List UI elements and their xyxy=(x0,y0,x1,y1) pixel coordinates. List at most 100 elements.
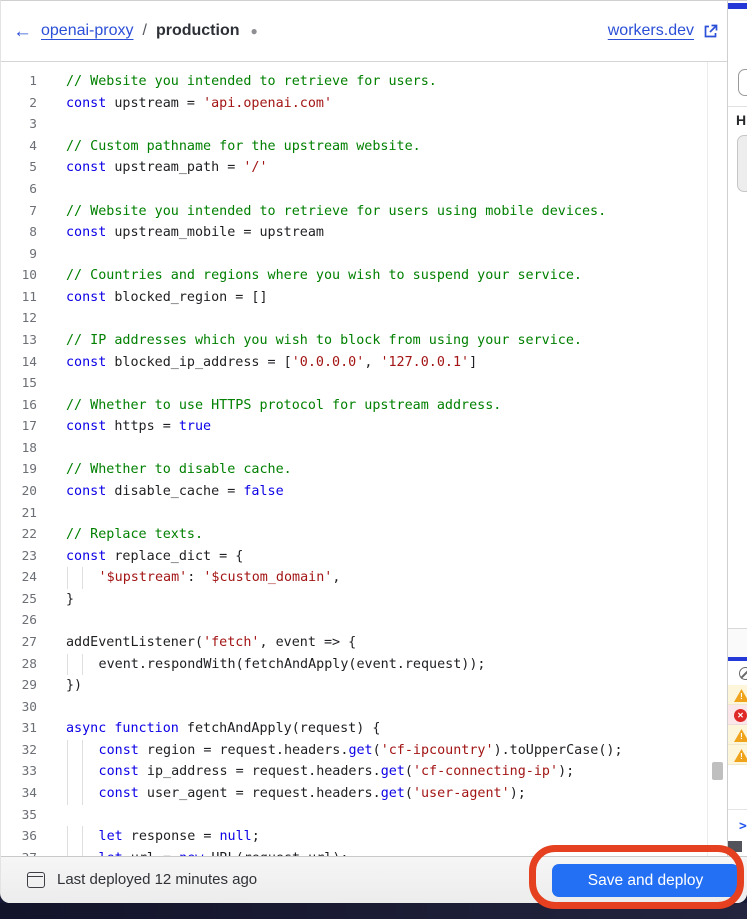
code-line-13[interactable]: 13 // IP addresses which you wish to bloc… xyxy=(1,330,707,352)
line-number: 34 xyxy=(21,786,37,801)
code-line-10[interactable]: 10 // Countries and regions where you wis… xyxy=(1,265,707,287)
code-line-25[interactable]: 25} xyxy=(1,589,707,611)
code-line-16[interactable]: 16 // Whether to use HTTPS protocol for u… xyxy=(1,395,707,417)
code-line-29[interactable]: 29}) xyxy=(1,675,707,697)
code-line-15[interactable]: 15 xyxy=(1,373,707,395)
code-text: const disable_cache = false xyxy=(66,484,284,500)
line-number: 21 xyxy=(21,505,37,521)
active-tab-indicator xyxy=(728,3,747,9)
code-line-22[interactable]: 22 // Replace texts. xyxy=(1,524,707,546)
code-editor[interactable]: 1 // Website you intended to retrieve for… xyxy=(1,62,707,856)
code-line-37[interactable]: 37 let url = new URL(request.url); xyxy=(1,847,707,856)
line-number: 30 xyxy=(21,699,37,715)
breadcrumb-project-link[interactable]: openai-proxy xyxy=(41,22,134,40)
line-number: 28 xyxy=(21,656,37,672)
code-line-9[interactable]: 9 xyxy=(1,244,707,266)
line-number: 8 xyxy=(29,225,37,241)
code-line-11[interactable]: 11 const blocked_region = [] xyxy=(1,287,707,309)
code-line-7[interactable]: 7 // Website you intended to retrieve for… xyxy=(1,201,707,223)
line-number: 35 xyxy=(21,807,37,823)
code-line-28[interactable]: 28 event.respondWith(fetchAndApply(event.… xyxy=(1,653,707,676)
console-warning-row[interactable]: ! xyxy=(728,725,747,745)
code-text: '$upstream': '$custom_domain', xyxy=(98,570,341,586)
back-arrow-icon[interactable]: ← xyxy=(13,22,32,41)
http-panel-heading: H xyxy=(736,112,747,128)
code-text: // Website you intended to retrieve for … xyxy=(66,74,437,90)
code-line-1[interactable]: 1 // Website you intended to retrieve for… xyxy=(1,71,707,93)
code-text: const upstream_mobile = upstream xyxy=(66,225,324,241)
line-number: 3 xyxy=(29,117,37,133)
breadcrumb-separator: / xyxy=(142,22,147,39)
line-number: 36 xyxy=(21,829,37,845)
code-line-34[interactable]: 34 const user_agent = request.headers.get… xyxy=(1,783,707,805)
code-line-17[interactable]: 17 const https = true xyxy=(1,416,707,438)
warning-icon: ! xyxy=(734,749,747,762)
last-deployed-status: Last deployed 12 minutes ago xyxy=(57,871,258,888)
code-text: const blocked_ip_address = ['0.0.0.0', '… xyxy=(66,354,478,370)
code-line-33[interactable]: 33 const ip_address = request.headers.get… xyxy=(1,761,707,783)
line-number: 22 xyxy=(21,527,37,543)
code-line-36[interactable]: 36 let response = null; xyxy=(1,826,707,848)
preview-link-group: workers.dev xyxy=(608,1,719,61)
code-text: const user_agent = request.headers.get('… xyxy=(98,786,526,801)
editor-scrollbar-thumb[interactable] xyxy=(712,762,723,780)
code-line-32[interactable]: 32 const region = request.headers.get('cf… xyxy=(1,739,707,762)
code-line-14[interactable]: 14 const blocked_ip_address = ['0.0.0.0',… xyxy=(1,352,707,374)
code-line-19[interactable]: 19 // Whether to disable cache. xyxy=(1,459,707,481)
line-number: 4 xyxy=(29,138,37,154)
external-link-icon[interactable] xyxy=(702,23,719,40)
code-text: addEventListener('fetch', event => { xyxy=(66,635,357,651)
deploy-footer: Last deployed 12 minutes ago Save and de… xyxy=(1,856,747,903)
console-log-list: ! ✕!! xyxy=(728,685,747,765)
code-line-3[interactable]: 3 xyxy=(1,114,707,136)
code-line-5[interactable]: 5 const upstream_path = '/' xyxy=(1,157,707,179)
save-and-deploy-button[interactable]: Save and deploy xyxy=(552,864,739,897)
code-text: const upstream_path = '/' xyxy=(66,160,268,176)
console-warning-row[interactable]: ! xyxy=(728,745,747,765)
line-number: 16 xyxy=(21,397,37,413)
http-panel-field[interactable] xyxy=(737,135,747,192)
code-line-20[interactable]: 20 const disable_cache = false xyxy=(1,481,707,503)
section-separator xyxy=(728,106,747,107)
code-line-12[interactable]: 12 xyxy=(1,308,707,330)
editor-right-border xyxy=(707,62,708,856)
code-text: // Countries and regions where you wish … xyxy=(66,268,582,284)
code-line-8[interactable]: 8 const upstream_mobile = upstream xyxy=(1,222,707,244)
screenshot-root: ← openai-proxy / production ● workers.de… xyxy=(0,0,747,919)
line-number: 37 xyxy=(1,848,37,856)
window-icon xyxy=(27,872,45,888)
code-line-35[interactable]: 35 xyxy=(1,805,707,827)
http-url-input[interactable] xyxy=(738,69,747,96)
code-line-26[interactable]: 26 xyxy=(1,610,707,632)
code-text: const blocked_region = [] xyxy=(66,289,268,305)
workers-dev-link[interactable]: workers.dev xyxy=(608,22,694,40)
code-line-23[interactable]: 23 const replace_dict = { xyxy=(1,546,707,568)
clear-console-icon[interactable] xyxy=(739,667,747,680)
warning-icon: ! xyxy=(734,729,747,742)
code-line-27[interactable]: 27 addEventListener('fetch', event => { xyxy=(1,632,707,654)
line-number: 6 xyxy=(29,182,37,198)
console-error-row[interactable]: ✕ xyxy=(728,705,747,725)
line-number: 32 xyxy=(21,742,37,758)
code-line-31[interactable]: 31 async function fetchAndApply(request) … xyxy=(1,718,707,740)
code-line-21[interactable]: 21 xyxy=(1,503,707,525)
line-number: 14 xyxy=(21,354,37,370)
line-number: 31 xyxy=(21,721,37,737)
code-line-30[interactable]: 30 xyxy=(1,697,707,719)
code-text: // Whether to use HTTPS protocol for ups… xyxy=(66,397,502,413)
code-line-18[interactable]: 18 xyxy=(1,438,707,460)
code-line-4[interactable]: 4 // Custom pathname for the upstream web… xyxy=(1,136,707,158)
warning-icon: ! xyxy=(734,689,747,702)
code-text: // Replace texts. xyxy=(66,527,204,543)
line-number: 20 xyxy=(21,484,37,500)
code-line-6[interactable]: 6 xyxy=(1,179,707,201)
code-line-2[interactable]: 2 const upstream = 'api.openai.com' xyxy=(1,93,707,115)
workers-editor-window: ← openai-proxy / production ● workers.de… xyxy=(0,0,747,903)
console-input-border xyxy=(728,809,747,810)
code-text: // Website you intended to retrieve for … xyxy=(66,203,607,219)
console-warning-row[interactable]: ! xyxy=(728,685,747,705)
console-prompt[interactable]: > xyxy=(739,819,747,834)
line-number: 2 xyxy=(29,95,37,111)
code-line-24[interactable]: 24 '$upstream': '$custom_domain', xyxy=(1,567,707,589)
code-text: } xyxy=(66,591,75,607)
